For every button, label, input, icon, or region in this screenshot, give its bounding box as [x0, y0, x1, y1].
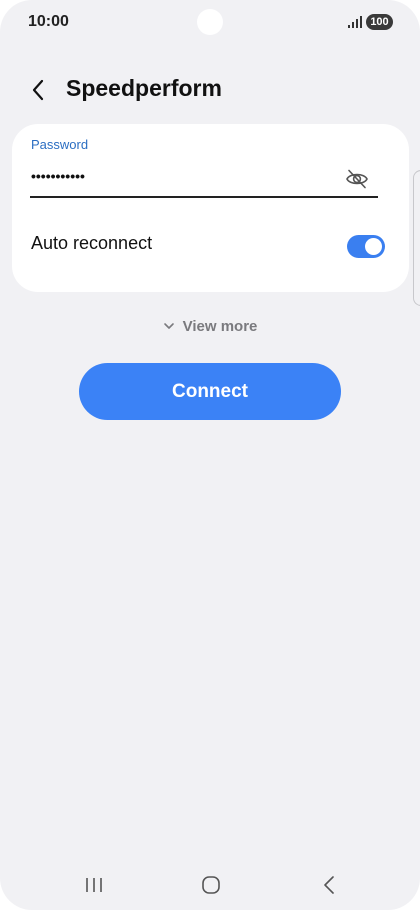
- view-more-button[interactable]: View more: [160, 314, 260, 338]
- view-more-label: View more: [182, 317, 258, 335]
- wifi-connect-screen: 10:00 100 Speedperform Password ••••••••…: [0, 0, 420, 910]
- nav-back-button[interactable]: [311, 872, 347, 898]
- toggle-knob: [365, 238, 382, 255]
- auto-reconnect-row[interactable]: Auto reconnect: [12, 216, 409, 270]
- chevron-left-icon: [32, 79, 44, 101]
- recents-icon: [86, 878, 102, 892]
- header: Speedperform: [0, 66, 420, 112]
- status-bar: 10:00 100: [0, 0, 420, 44]
- edge-panel-handle[interactable]: [413, 170, 420, 306]
- recents-button[interactable]: [76, 872, 112, 898]
- password-value[interactable]: •••••••••••: [31, 168, 85, 184]
- eye-off-icon: [346, 169, 368, 189]
- password-field[interactable]: •••••••••••: [30, 162, 378, 198]
- back-button[interactable]: [22, 74, 54, 106]
- show-password-button[interactable]: [342, 164, 372, 194]
- camera-cutout: [197, 9, 223, 35]
- home-button[interactable]: [193, 872, 229, 898]
- auto-reconnect-label: Auto reconnect: [31, 233, 153, 253]
- auto-reconnect-toggle[interactable]: [347, 235, 385, 258]
- status-time: 10:00: [28, 13, 69, 30]
- network-settings-card: Password ••••••••••• Auto reconnect: [12, 124, 409, 292]
- signal-icon: [348, 16, 362, 28]
- navigation-bar: [0, 866, 420, 906]
- back-icon: [324, 876, 334, 894]
- battery-indicator: 100: [366, 14, 393, 30]
- password-label: Password: [31, 137, 89, 152]
- home-icon: [202, 876, 220, 894]
- connect-button[interactable]: Connect: [79, 363, 341, 420]
- chevron-down-icon: [163, 323, 174, 329]
- page-title: Speedperform: [66, 75, 222, 101]
